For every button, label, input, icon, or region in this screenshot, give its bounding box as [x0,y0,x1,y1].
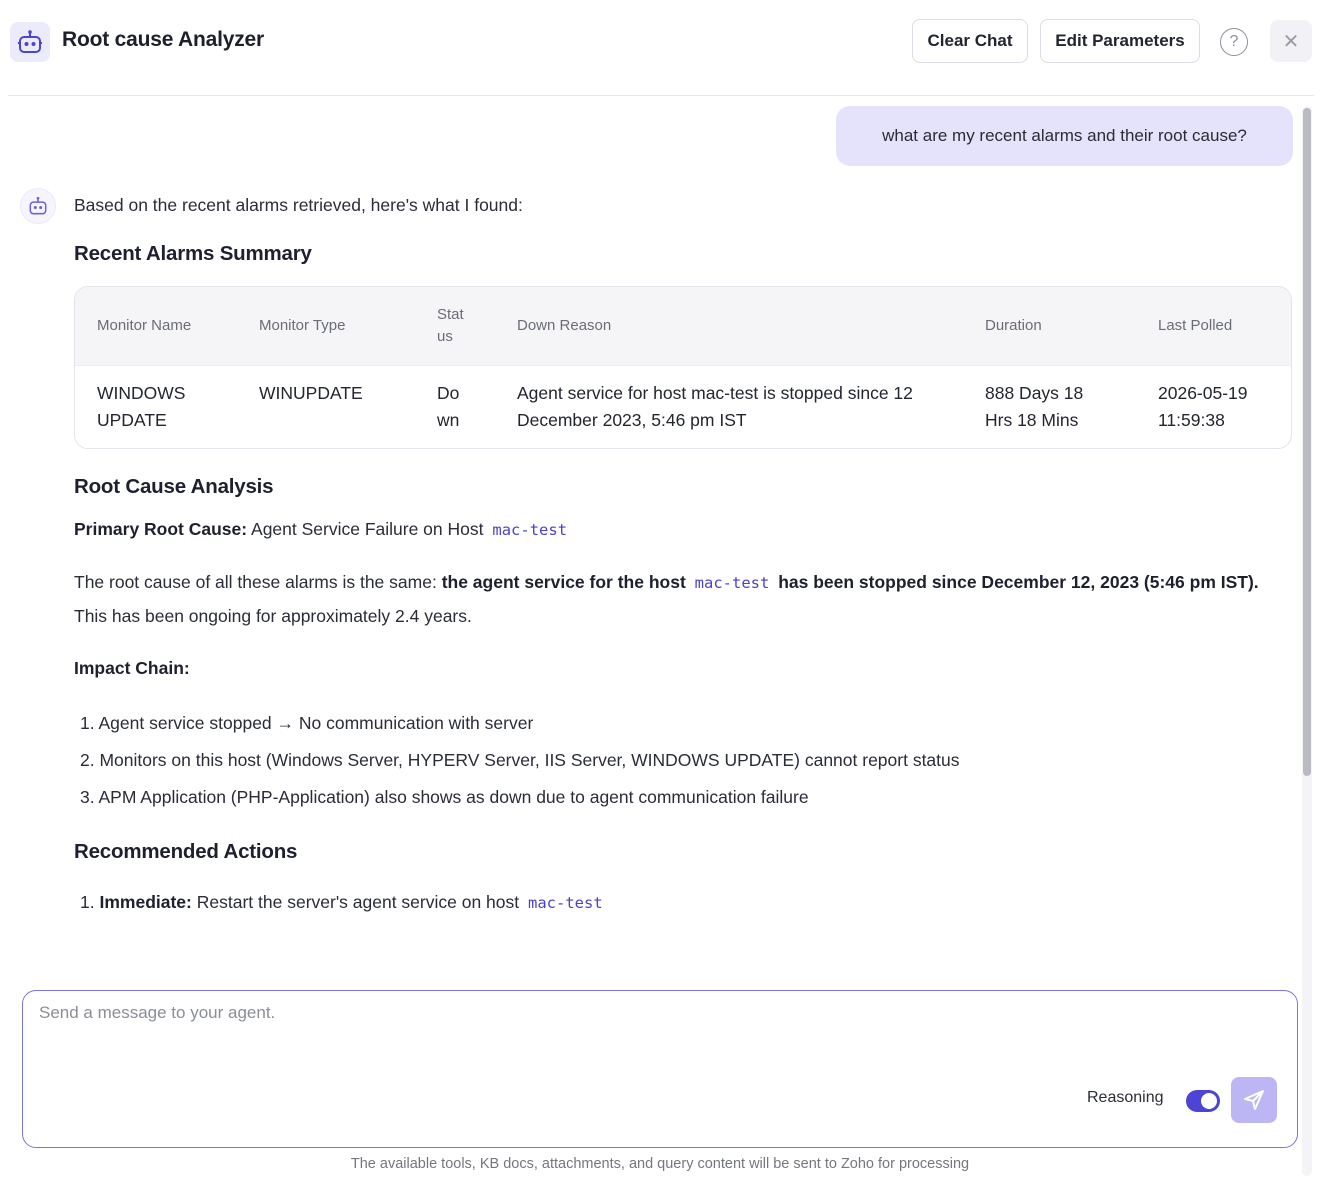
impact-list: 1. Agent service stopped → No communicat… [80,705,1294,816]
send-icon [1244,1090,1264,1110]
host-code: mac-test [528,893,603,912]
list-item: 1. Immediate: Restart the server's agent… [80,884,1294,922]
th-last-polled: Last Polled [1158,316,1233,334]
para-suffix: This has been ongoing for approximately … [74,605,472,626]
primary-text: Agent Service Failure on Host [251,518,484,539]
th-monitor-type: Monitor Type [259,316,346,334]
cell-status: Do wn [415,364,495,448]
impact-heading-text: Impact Chain: [74,657,190,678]
robot-icon [29,196,47,215]
agent-intro: Based on the recent alarms retrieved, he… [74,195,523,215]
action-text: Restart the server's agent service on ho… [196,891,520,912]
actions-heading: Recommended Actions [74,839,298,863]
para-bold-2: has been stopped since December 12, 2023… [778,571,1259,592]
action-label: Immediate: [99,891,192,912]
th-status: Stat us [415,287,495,365]
cell-duration: 888 Days 18 Hrs 18 Mins [963,364,1136,448]
primary-root-cause: Primary Root Cause: Agent Service Failur… [74,513,1294,547]
th-down-reason: Down Reason [517,316,612,334]
cell-monitor-type: WINUPDATE [237,364,415,448]
th-status-label: Stat us [437,305,464,345]
reasoning-toggle[interactable] [1186,1090,1220,1112]
user-message-bubble: what are my recent alarms and their root… [836,106,1293,166]
host-code: mac-test [694,573,770,592]
edit-parameters-button[interactable]: Edit Parameters [1040,19,1200,63]
list-item: 2. Monitors on this host (Windows Server… [80,749,960,770]
table-row: WINDOWS UPDATE WINUPDATE Do wn Agent ser… [75,364,1291,448]
para-prefix: The root cause of all these alarms is th… [74,571,437,592]
reasoning-label: Reasoning [1087,1089,1164,1106]
send-button[interactable] [1231,1077,1277,1123]
list-item: 1. Agent service stopped → No communicat… [80,712,534,733]
agent-avatar [20,188,56,224]
clear-chat-button[interactable]: Clear Chat [912,19,1028,63]
help-icon[interactable]: ? [1220,28,1248,56]
th-duration: Duration [985,316,1042,334]
cell-last-polled: 2026-05-19 11:59:38 [1136,364,1291,448]
list-item: 3. APM Application (PHP-Application) als… [80,786,809,807]
table-header-row: Monitor Name Monitor Type Stat us Down R… [75,287,1291,365]
scrollbar-thumb[interactable] [1303,108,1311,776]
cell-down-reason: Agent service for host mac-test is stopp… [495,364,963,448]
chat-transcript: what are my recent alarms and their root… [0,97,1300,947]
cell-monitor-name: WINDOWS UPDATE [75,364,237,448]
message-composer: Reasoning [22,990,1298,1148]
page-title: Root cause Analyzer [62,28,264,51]
primary-label: Primary Root Cause: [74,518,248,539]
message-input[interactable] [39,1003,1239,1063]
impact-heading: Impact Chain: [74,652,1294,685]
action-number: 1. [80,891,95,912]
actions-list: 1. Immediate: Restart the server's agent… [80,884,1294,922]
close-icon[interactable]: ✕ [1270,20,1312,62]
para-bold-1: the agent service for the host [441,571,686,592]
rca-paragraph: The root cause of all these alarms is th… [74,566,1294,633]
footer-note: The available tools, KB docs, attachment… [350,1156,970,1172]
app-header: Root cause Analyzer Clear Chat Edit Para… [8,0,1314,96]
robot-icon [10,22,50,62]
agent-message: Based on the recent alarms retrieved, he… [74,192,1294,922]
toggle-knob [1201,1093,1217,1109]
host-code: mac-test [492,520,568,539]
rca-heading: Root Cause Analysis [74,474,274,498]
alarms-table: Monitor Name Monitor Type Stat us Down R… [74,286,1292,449]
summary-heading: Recent Alarms Summary [74,242,312,265]
th-monitor-name: Monitor Name [97,316,192,334]
